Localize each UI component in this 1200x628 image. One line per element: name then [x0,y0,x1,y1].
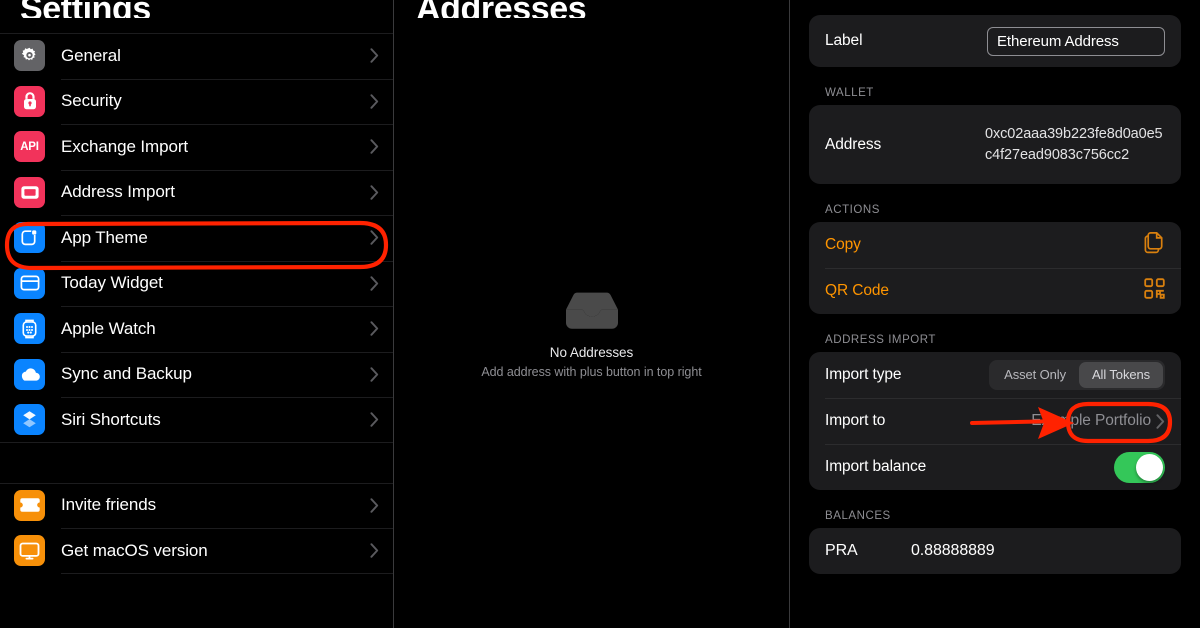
sidebar-item-invite-friends[interactable]: Invite friends [0,482,393,529]
copy-action-row[interactable]: Copy [809,222,1181,268]
sidebar-item-label: Address Import [61,182,175,202]
gear-icon [14,40,45,72]
segment-asset-only[interactable]: Asset Only [991,362,1079,388]
import-type-caption: Import type [825,366,902,383]
label-input[interactable] [987,26,1165,56]
tray-icon [14,176,45,208]
chevron-right-icon [370,367,379,382]
import-to-row[interactable]: Import to Example Portfolio [809,398,1181,444]
sidebar-item-label: Siri Shortcuts [61,409,161,429]
sidebar-item-label: Invite friends [61,495,156,515]
sidebar-item-security[interactable]: Security [0,78,393,125]
address-value: 0xc02aaa39b223fe8d0a0e5c4f27ead9083c756c… [985,125,1163,163]
lock-icon [14,85,45,117]
import-balance-toggle[interactable] [1114,451,1165,483]
sidebar-item-label: Exchange Import [61,136,189,156]
chevron-right-icon [370,412,379,427]
sidebar-item-exchange-import[interactable]: API Exchange Import [0,124,393,170]
sidebar-group-separator [0,443,393,483]
import-balance-row: Import balance [809,444,1181,490]
copy-label: Copy [825,236,861,253]
sidebar-item-siri-shortcuts[interactable]: Siri Shortcuts [0,397,393,443]
copy-icon [1144,231,1165,259]
import-to-value: Example Portfolio [1031,412,1151,429]
chevron-right-icon [370,48,379,63]
shortcuts-icon [14,404,45,436]
address-detail-pane: Label WALLET Address 0xc02aaa39b223fe8d0… [790,0,1200,628]
sidebar-item-label: General [61,45,121,65]
import-type-segmented-control[interactable]: Asset Only All Tokens [989,360,1165,390]
segment-all-tokens[interactable]: All Tokens [1078,362,1163,388]
cloud-icon [14,358,45,390]
chevron-right-icon [370,94,379,109]
chevron-right-icon [370,139,379,154]
tray-empty-icon [564,290,620,332]
sidebar-item-label: App Theme [61,227,148,247]
settings-group-secondary: Invite friends Get macOS version [0,482,393,574]
chevron-right-icon [370,276,379,291]
empty-state: No Addresses Add address with plus butto… [394,290,789,379]
sidebar-item-label: Get macOS version [61,540,208,560]
address-import-card: Import type Asset Only All Tokens Import… [809,352,1181,490]
settings-sidebar: Settings General [0,0,393,628]
address-import-section-header: ADDRESS IMPORT [825,334,937,346]
address-caption: Address [825,135,882,153]
import-type-row: Import type Asset Only All Tokens [809,352,1181,398]
actions-section-header: ACTIONS [825,204,880,216]
sidebar-item-label: Apple Watch [61,318,156,338]
sidebar-item-today-widget[interactable]: Today Widget [0,260,393,307]
wallet-card: Address 0xc02aaa39b223fe8d0a0e5c4f27ead9… [809,105,1181,184]
balances-card: PRA 0.88888889 [809,528,1181,574]
apple-watch-icon [14,313,45,345]
import-to-caption: Import to [825,412,886,429]
chevron-right-icon [370,321,379,336]
app-theme-icon [14,222,45,254]
import-balance-caption: Import balance [825,458,927,475]
address-row[interactable]: Address 0xc02aaa39b223fe8d0a0e5c4f27ead9… [809,105,1181,184]
qr-code-label: QR Code [825,282,889,299]
chevron-right-icon [370,543,379,558]
page-title: Settings [0,0,393,18]
sidebar-item-label: Today Widget [61,273,163,293]
label-card: Label [809,15,1181,67]
toggle-knob [1136,453,1163,481]
balance-row: PRA 0.88888889 [809,528,1181,574]
chevron-right-icon [1156,413,1165,429]
chevron-right-icon [370,185,379,200]
qr-code-icon [1144,278,1165,304]
sidebar-item-label: Security [61,91,122,111]
sidebar-item-apple-watch[interactable]: Apple Watch [0,306,393,352]
chevron-right-icon [370,498,379,513]
empty-state-title: No Addresses [549,345,634,360]
qr-code-action-row[interactable]: QR Code [809,268,1181,314]
app-window: Settings General [0,0,1200,628]
balance-amount: 0.88888889 [911,542,995,559]
sidebar-item-address-import[interactable]: Address Import [0,169,393,216]
sidebar-item-get-macos-version[interactable]: Get macOS version [0,528,393,574]
chevron-right-icon [370,230,379,245]
sidebar-item-label: Sync and Backup [61,364,192,384]
ticket-icon [14,489,45,521]
imac-icon [14,535,45,567]
balance-symbol: PRA [825,542,858,559]
widget-icon [14,267,45,299]
label-row: Label [809,15,1181,67]
wallet-section-header: WALLET [825,87,874,99]
settings-group-primary: General Security API Exchange Import Add… [0,33,393,443]
empty-state-subtitle: Add address with plus button in top righ… [481,365,702,379]
sidebar-item-app-theme[interactable]: App Theme [0,215,393,261]
balances-section-header: BALANCES [825,510,891,522]
api-icon-glyph: API [20,140,39,153]
api-icon: API [14,131,45,163]
actions-card: Copy QR Code [809,222,1181,314]
addresses-title: Addresses [394,0,789,18]
label-field-caption: Label [825,32,863,49]
sidebar-item-sync-and-backup[interactable]: Sync and Backup [0,351,393,398]
sidebar-item-general[interactable]: General [0,33,393,79]
addresses-pane: Addresses No Addresses Add address with … [394,0,789,628]
